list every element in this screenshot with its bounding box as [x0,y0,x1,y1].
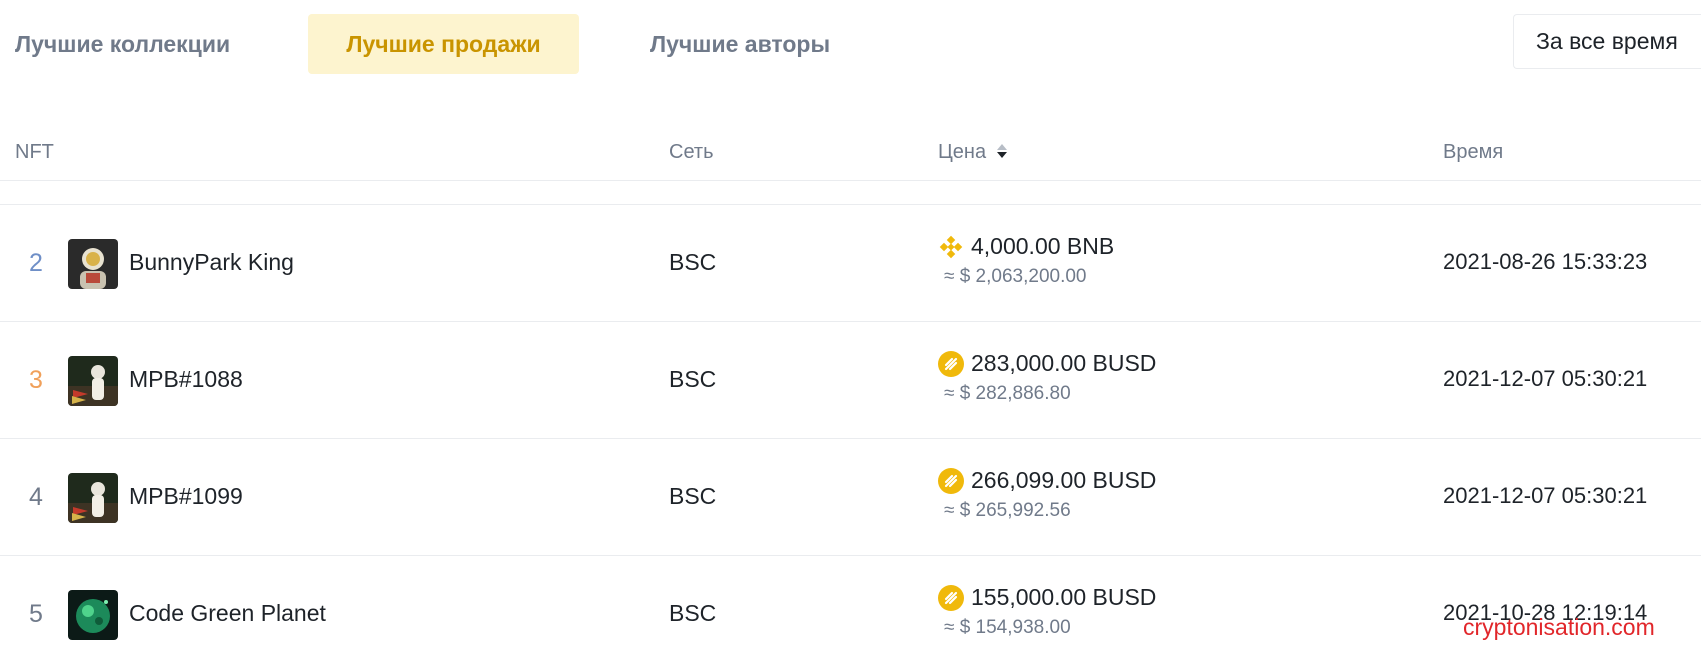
nft-thumbnail [68,473,118,523]
busd-icon [938,584,964,611]
period-select[interactable]: За все время [1513,14,1701,69]
nft-thumbnail [68,239,118,289]
nft-thumbnail [68,590,118,640]
watermark-text: cryptonisation.com [1463,614,1655,640]
price-cell: 266,099.00 BUSD ≈ $ 265,992.56 [938,467,1156,522]
price-usd: ≈ $ 265,992.56 [944,500,1071,521]
busd-icon [938,350,964,377]
network-label: BSC [669,249,717,275]
sort-icon[interactable] [996,142,1008,160]
bnb-icon [938,234,964,260]
nft-name[interactable]: MPB#1088 [129,366,243,393]
nft-name[interactable]: Code Green Planet [129,600,326,627]
rank-number: 2 [29,249,43,277]
rank-number: 5 [29,600,43,628]
price-usd: ≈ $ 154,938.00 [944,617,1071,638]
table-row[interactable]: 4 MPB#1099 BSC 266,099.00 BUSD ≈ $ 265,9… [0,439,1701,556]
price-amount: 283,000.00 BUSD [971,350,1157,376]
price-amount: 155,000.00 BUSD [971,584,1157,610]
rank-number: 3 [29,366,43,394]
network-label: BSC [669,600,717,626]
price-amount: 4,000.00 BNB [971,233,1115,259]
column-header-nft: NFT [15,141,54,163]
ranking-tabs: Лучшие коллекции Лучшие продажи Лучшие а… [0,14,1701,74]
table-row[interactable]: 3 MPB#1088 BSC 283,000.00 BUSD ≈ $ 282,8… [0,322,1701,439]
column-header-network: Сеть [669,141,714,163]
price-cell: 283,000.00 BUSD ≈ $ 282,886.80 [938,350,1156,405]
nft-name[interactable]: BunnyPark King [129,249,294,276]
table-row[interactable]: 5 Code Green Planet BSC 155,000.00 BUSD … [0,556,1701,655]
network-label: BSC [669,366,717,392]
sale-time: 2021-08-26 15:33:23 [1443,249,1648,274]
sale-time: 2021-12-07 05:30:21 [1443,483,1648,508]
nft-thumbnail [68,356,118,406]
network-label: BSC [669,483,717,509]
nft-name[interactable]: MPB#1099 [129,483,243,510]
price-usd: ≈ $ 2,063,200.00 [944,266,1087,287]
column-header-price[interactable]: Цена [938,141,1008,164]
price-usd: ≈ $ 282,886.80 [944,383,1071,404]
busd-icon [938,467,964,494]
table-header: NFT Сеть Цена Время [0,125,1701,181]
price-cell: 4,000.00 BNB ≈ $ 2,063,200.00 [938,233,1114,288]
tab-top-creators[interactable]: Лучшие авторы [650,14,830,74]
price-amount: 266,099.00 BUSD [971,467,1157,493]
tab-top-collections[interactable]: Лучшие коллекции [15,14,230,74]
column-header-time: Время [1443,141,1504,163]
sale-time: 2021-12-07 05:30:21 [1443,366,1648,391]
table-row[interactable]: 2 BunnyPark King BSC 4,000.00 BNB ≈ $ 2,… [0,205,1701,322]
tab-top-sales[interactable]: Лучшие продажи [308,14,579,74]
column-header-price-label: Цена [938,141,987,163]
price-cell: 155,000.00 BUSD ≈ $ 154,938.00 [938,584,1156,639]
rank-number: 4 [29,483,43,511]
